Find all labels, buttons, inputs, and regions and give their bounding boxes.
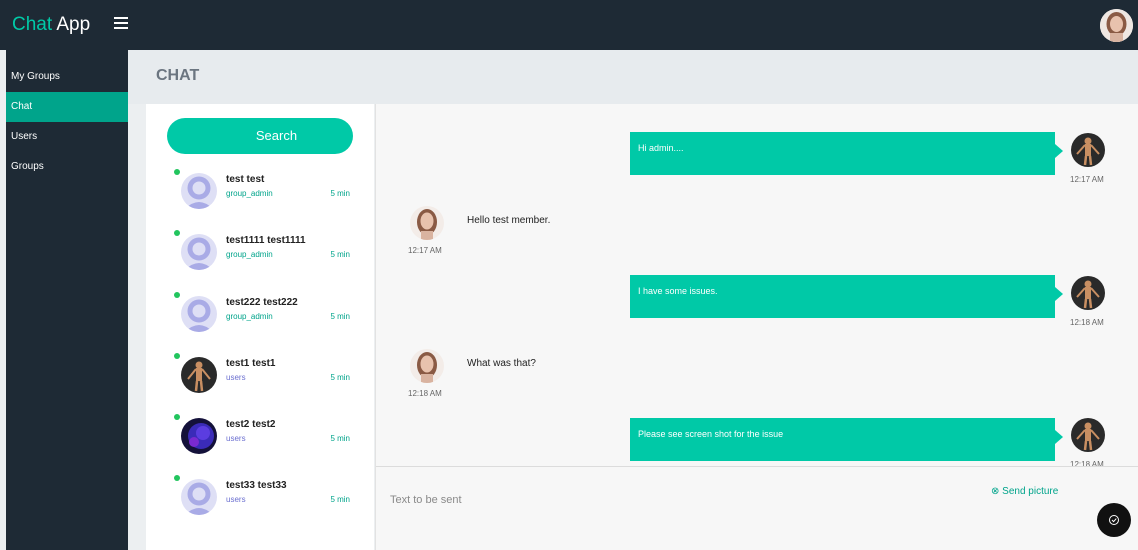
clear-circle-icon: ⊗ <box>991 486 1000 497</box>
contact-role: users <box>226 373 246 382</box>
message-time: 12:17 AM <box>1070 175 1104 184</box>
contact-name: test test <box>226 174 265 185</box>
compose-bar: ⊗ Send picture <box>376 466 1138 550</box>
online-indicator <box>174 475 180 481</box>
outgoing-message-bubble: Please see screen shot for the issue <box>630 418 1063 461</box>
woman-avatar-icon <box>410 349 444 383</box>
contact-time: 5 min <box>330 250 350 259</box>
online-indicator <box>174 230 180 236</box>
default-avatar-icon <box>181 234 217 270</box>
contact-item[interactable]: test1 test1 users 5 min <box>172 350 352 400</box>
outgoing-message-bubble: Hi admin.... <box>630 132 1063 175</box>
default-avatar-icon <box>181 296 217 332</box>
contact-name: test33 test33 <box>226 480 287 491</box>
user-avatar[interactable] <box>1100 9 1133 42</box>
figure-avatar-icon <box>1071 418 1105 452</box>
incoming-message-text: Hello test member. <box>467 215 551 226</box>
sidebar-item-my-groups[interactable]: My Groups <box>6 62 128 92</box>
contact-role: group_admin <box>226 189 273 198</box>
send-picture-link[interactable]: ⊗ Send picture <box>991 486 1058 497</box>
sidebar: My Groups Chat Users Groups <box>6 50 128 550</box>
contact-name: test222 test222 <box>226 297 298 308</box>
send-button[interactable] <box>1097 503 1131 537</box>
abstract-avatar-icon <box>181 418 217 454</box>
woman-avatar-icon <box>410 206 444 240</box>
contact-item[interactable]: test33 test33 users 5 min <box>172 472 352 522</box>
check-circle-icon <box>1109 515 1119 525</box>
app-title-accent: Chat <box>12 14 53 35</box>
online-indicator <box>174 353 180 359</box>
online-indicator <box>174 169 180 175</box>
contact-role: group_admin <box>226 250 273 259</box>
contact-item[interactable]: test222 test222 group_admin 5 min <box>172 289 352 339</box>
app-title[interactable]: Chat App <box>12 14 90 36</box>
app-title-rest: App <box>56 14 91 35</box>
default-avatar-icon <box>181 173 217 209</box>
sidebar-item-chat[interactable]: Chat <box>6 92 128 122</box>
contact-time: 5 min <box>330 312 350 321</box>
send-picture-label: Send picture <box>1002 486 1059 497</box>
contact-role: group_admin <box>226 312 273 321</box>
message-time: 12:18 AM <box>1070 318 1104 327</box>
contact-time: 5 min <box>330 373 350 382</box>
search-button[interactable]: Search <box>167 118 353 154</box>
page-header: CHAT <box>128 50 1138 104</box>
contact-name: test2 test2 <box>226 419 276 430</box>
contact-item[interactable]: test2 test2 users 5 min <box>172 411 352 461</box>
message-time: 12:17 AM <box>408 246 442 255</box>
contact-role: users <box>226 495 246 504</box>
contacts-panel: Search test test group_admin 5 min test1… <box>146 104 374 550</box>
outgoing-message-bubble: I have some issues. <box>630 275 1063 318</box>
contact-time: 5 min <box>330 189 350 198</box>
online-indicator <box>174 292 180 298</box>
sidebar-item-users[interactable]: Users <box>6 122 128 152</box>
figure-avatar-icon <box>1071 276 1105 310</box>
online-indicator <box>174 414 180 420</box>
contact-name: test1111 test1111 <box>226 235 306 246</box>
contact-item[interactable]: test1111 test1111 group_admin 5 min <box>172 227 352 277</box>
chat-area: Hi admin.... 12:17 AM 12:17 AM Hello tes… <box>375 104 1138 550</box>
figure-avatar-icon <box>1071 133 1105 167</box>
menu-icon[interactable] <box>110 14 136 36</box>
incoming-message-text: What was that? <box>467 358 536 369</box>
message-time: 12:18 AM <box>408 389 442 398</box>
sidebar-item-groups[interactable]: Groups <box>6 152 128 182</box>
contact-name: test1 test1 <box>226 358 276 369</box>
contact-time: 5 min <box>330 495 350 504</box>
default-avatar-icon <box>181 479 217 515</box>
contact-time: 5 min <box>330 434 350 443</box>
contact-item[interactable]: test test group_admin 5 min <box>172 166 352 216</box>
contact-role: users <box>226 434 246 443</box>
page-title: CHAT <box>156 67 200 84</box>
figure-avatar-icon <box>181 357 217 393</box>
top-bar: Chat App <box>0 0 1138 50</box>
message-input[interactable] <box>390 491 890 509</box>
